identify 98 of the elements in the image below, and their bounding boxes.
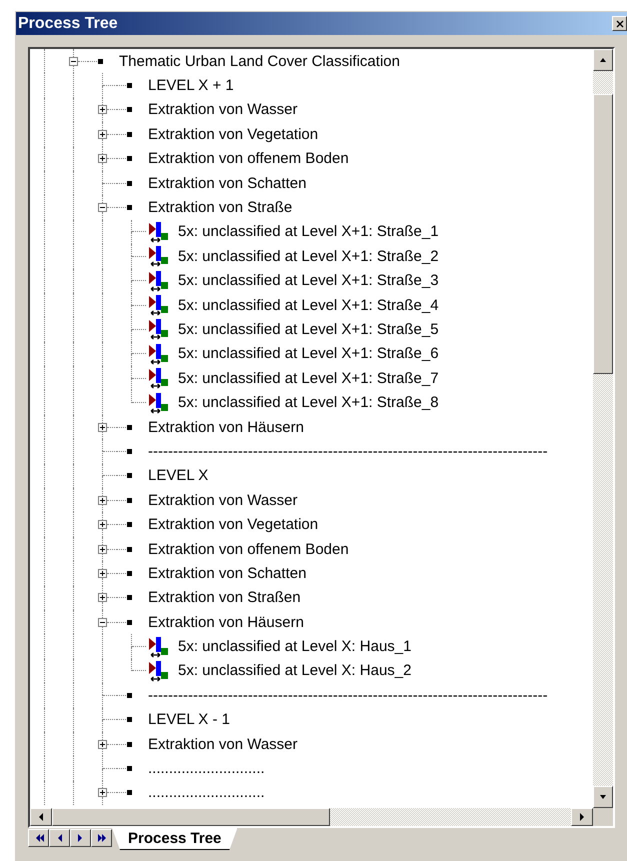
tab[interactable]: Process Tree: [112, 828, 238, 850]
caret-down-icon: [599, 793, 607, 801]
tree-item[interactable]: 5x: unclassified at Level X+1: Straße_5: [178, 322, 439, 337]
right-icon: [76, 833, 85, 843]
tree-item[interactable]: 5x: unclassified at Level X+1: Straße_6: [178, 346, 439, 362]
plus-icon[interactable]: [98, 105, 107, 114]
tree-item[interactable]: 5x: unclassified at Level X+1: Straße_1: [178, 224, 439, 240]
bullet-icon: [127, 570, 132, 576]
tree-item[interactable]: Thematic Urban Land Cover Classification: [119, 54, 400, 69]
tree-item[interactable]: ............................: [148, 785, 265, 800]
plus-icon[interactable]: [98, 544, 107, 554]
plus-icon[interactable]: [98, 496, 107, 505]
scroll-right-button[interactable]: [571, 808, 593, 826]
tree-item[interactable]: 5x: unclassified at Level X+1: Straße_8: [178, 395, 439, 410]
plus-icon[interactable]: [98, 130, 107, 139]
plus-icon[interactable]: [98, 788, 107, 798]
scroll-thumb[interactable]: [593, 94, 613, 374]
bullet-icon: [127, 692, 132, 698]
vertical-scrollbar[interactable]: [593, 49, 613, 808]
scroll-left-button[interactable]: [30, 808, 52, 826]
tree-item[interactable]: Extraktion von Wasser: [148, 736, 298, 752]
process-icon: [148, 318, 170, 340]
first-tab-button[interactable]: [28, 829, 49, 847]
bullet-icon: [127, 620, 132, 625]
scroll-thumb[interactable]: [52, 808, 330, 826]
tree-item[interactable]: 5x: unclassified at Level X+1: Straße_2: [178, 248, 439, 264]
bullet-icon: [127, 180, 132, 186]
double-right-icon: [96, 833, 108, 843]
horizontal-scrollbar[interactable]: [30, 808, 593, 826]
bullet-icon: [127, 766, 132, 772]
scroll-down-button[interactable]: [593, 786, 613, 808]
tree-item[interactable]: Extraktion von Vegetation: [148, 126, 318, 142]
tree-item[interactable]: 5x: unclassified at Level X: Haus_1: [178, 639, 412, 654]
bullet-icon: [127, 473, 132, 478]
tree-item[interactable]: 5x: unclassified at Level X+1: Straße_7: [178, 370, 439, 386]
bullet-icon: [127, 156, 132, 162]
bullet-icon: [127, 595, 132, 600]
process-icon: [148, 660, 170, 682]
plus-icon[interactable]: [98, 154, 107, 164]
tree-item[interactable]: Extraktion von Straße: [148, 200, 292, 216]
tree-item[interactable]: --------------------------------------------------------------------------------: [148, 444, 548, 459]
tree-item[interactable]: Extraktion von offenem Boden: [148, 151, 349, 166]
bullet-icon: [98, 58, 103, 64]
bullet-icon: [127, 790, 132, 796]
tree-item[interactable]: Extraktion von Wasser: [148, 102, 298, 118]
last-tab-button[interactable]: [91, 829, 112, 847]
process-icon: [148, 636, 170, 658]
plus-icon[interactable]: [98, 740, 107, 749]
tree-item[interactable]: Extraktion von Häusern: [148, 614, 304, 630]
minus-icon[interactable]: [98, 203, 107, 212]
close-icon: [616, 20, 624, 28]
process-icon: [148, 220, 170, 243]
caret-right-icon: [578, 813, 586, 821]
process-icon: [148, 392, 170, 414]
bullet-icon: [127, 83, 132, 88]
bullet-icon: [127, 205, 132, 210]
tree-item[interactable]: Extraktion von Schatten: [148, 176, 306, 191]
tree-item[interactable]: Extraktion von Wasser: [148, 492, 298, 508]
plus-icon[interactable]: [98, 568, 107, 578]
process-icon: [148, 342, 170, 365]
tree-item[interactable]: 5x: unclassified at Level X+1: Straße_4: [178, 298, 439, 313]
plus-icon[interactable]: [98, 593, 107, 602]
process-icon: [148, 367, 170, 390]
bullet-icon: [127, 717, 132, 722]
bullet-icon: [127, 742, 132, 747]
tree-item[interactable]: ............................: [148, 761, 265, 776]
plus-icon[interactable]: [98, 520, 107, 530]
window-title: Process Tree: [18, 16, 118, 32]
tree-item[interactable]: LEVEL X: [148, 468, 208, 484]
caret-up-icon: [599, 56, 607, 64]
bullet-icon: [127, 546, 132, 552]
tree-item[interactable]: Extraktion von Vegetation: [148, 517, 318, 532]
tree-item[interactable]: Extraktion von Schatten: [148, 566, 306, 581]
bullet-icon: [127, 424, 132, 430]
bullet-icon: [127, 107, 132, 112]
previous-tab-button[interactable]: [49, 829, 70, 847]
bullet-icon: [127, 448, 132, 454]
caret-left-icon: [37, 813, 45, 821]
minus-icon[interactable]: [98, 618, 107, 627]
process-icon: [148, 245, 170, 268]
close-button[interactable]: [612, 16, 627, 31]
tree-item[interactable]: Extraktion von Häusern: [148, 420, 304, 435]
tree-item[interactable]: Extraktion von Straßen: [148, 590, 301, 606]
tree-item[interactable]: LEVEL X + 1: [148, 78, 234, 94]
process-icon: [148, 294, 170, 316]
scroll-up-button[interactable]: [593, 49, 613, 71]
bullet-icon: [127, 498, 132, 503]
minus-icon[interactable]: [69, 56, 78, 66]
bullet-icon: [127, 522, 132, 528]
process-icon: [148, 270, 170, 292]
tree-item[interactable]: 5x: unclassified at Level X: Haus_2: [178, 663, 412, 678]
tree-item[interactable]: Extraktion von offenem Boden: [148, 542, 349, 556]
next-tab-button[interactable]: [70, 829, 91, 847]
tree-item[interactable]: LEVEL X - 1: [148, 712, 230, 728]
tree-item[interactable]: 5x: unclassified at Level X+1: Straße_3: [178, 273, 439, 288]
bullet-icon: [127, 132, 132, 137]
plus-icon[interactable]: [98, 422, 107, 432]
tree-item[interactable]: --------------------------------------------------------------------------------: [148, 688, 548, 703]
